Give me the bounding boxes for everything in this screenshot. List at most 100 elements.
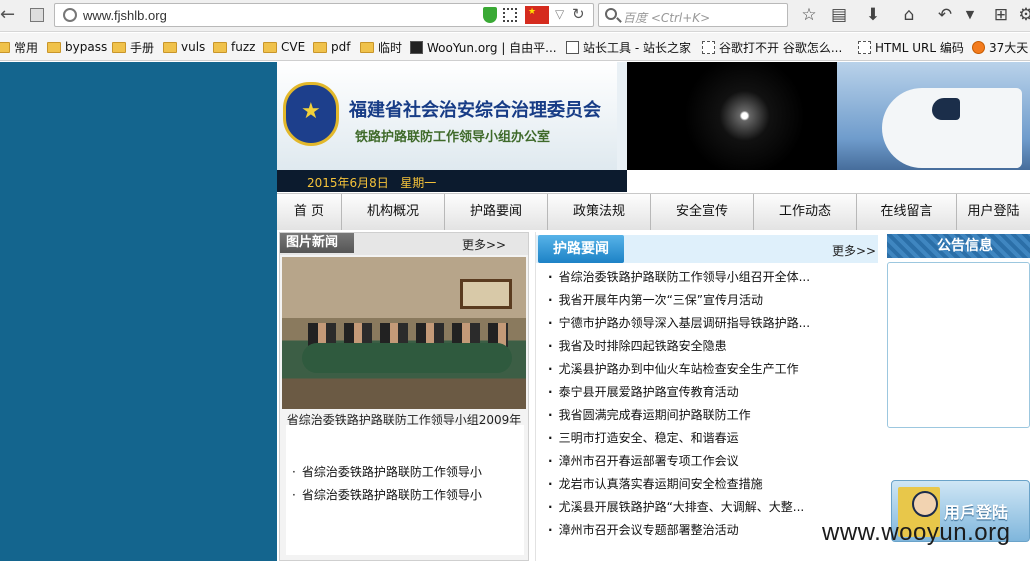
security-shield-icon[interactable] [483, 7, 497, 23]
list-item[interactable]: 尤溪县护路办到中仙火车站检查安全生产工作 [548, 358, 878, 381]
folder-icon [112, 41, 126, 53]
url-text[interactable]: www.fjshlb.org [83, 8, 167, 23]
site-container: 福建省社会治安综合治理委员会 铁路护路联防工作领导小组办公室 2015年6月8日… [277, 62, 1030, 561]
banner-starburst-image [627, 62, 837, 170]
meeting-photo[interactable] [282, 257, 526, 409]
bookmark-item[interactable]: bypass [47, 39, 107, 55]
bookmark-item[interactable]: vuls [163, 39, 205, 55]
list-item[interactable]: 我省及时排除四起铁路安全隐患 [548, 335, 878, 358]
photo-news-panel: 图片新闻 更多>> 省综治委铁路护路联防工作领导小组2009年第一次全体会议在福… [279, 232, 529, 561]
undo-icon[interactable]: ↶ [933, 3, 957, 27]
search-icon [605, 8, 617, 20]
crop-icon[interactable]: ⊞ [989, 3, 1013, 27]
bookmark-item[interactable]: 谷歌打不开 谷歌怎么... [702, 39, 842, 55]
notice-title: 公告信息 [887, 234, 1030, 258]
clipboard-icon[interactable]: ▤ [827, 3, 851, 27]
page-icon [702, 40, 715, 54]
china-flag-icon[interactable] [525, 6, 549, 24]
nav-work-news[interactable]: 工作动态 [754, 194, 857, 230]
wall-painting [460, 279, 512, 309]
folder-icon [263, 41, 277, 53]
search-bar[interactable]: 百度 <Ctrl+K> [598, 3, 788, 27]
main-nav: 首 页 机构概况 护路要闻 政策法规 安全宣传 工作动态 在线留言 用户登陆 [277, 193, 1030, 230]
bookmark-item[interactable]: 37大天 [972, 39, 1028, 55]
bookmark-item[interactable]: 站长工具 - 站长之家 [566, 39, 691, 55]
photo-news-more-link[interactable]: 更多>> [462, 236, 506, 253]
bookmarks-bar: 常用 bypass 手册 vuls fuzz CVE pdf 临时 WooYun… [0, 33, 1030, 61]
key-news-more-link[interactable]: 更多>> [832, 242, 876, 259]
nav-safety[interactable]: 安全宣传 [651, 194, 754, 230]
folder-icon [313, 41, 327, 53]
site-subtitle: 铁路护路联防工作领导小组办公室 [355, 130, 551, 145]
list-item[interactable]: 三明市打造安全、稳定、和谐春运 [548, 427, 878, 450]
list-item[interactable]: 漳州市召开春运部署专项工作会议 [548, 450, 878, 473]
list-item[interactable]: 省综治委铁路护路联防工作领导小 [292, 461, 482, 484]
nav-login[interactable]: 用户登陆 [957, 194, 1030, 230]
chinaz-icon [566, 40, 579, 54]
bookmark-item[interactable]: fuzz [213, 39, 255, 55]
key-news-header: 护路要闻 更多>> [536, 235, 878, 263]
photo-news-title: 图片新闻 [280, 233, 354, 253]
site-banner: 福建省社会治安综合治理委员会 铁路护路联防工作领导小组办公室 [277, 62, 1030, 170]
key-news-panel: 护路要闻 更多>> 省综治委铁路护路联防工作领导小组召开全体... 我省开展年内… [535, 232, 878, 561]
site-title: 福建省社会治安综合治理委员会 [349, 100, 601, 121]
photo-news-list: 省综治委铁路护路联防工作领导小 省综治委铁路护路联防工作领导小 [286, 425, 524, 555]
bookmark-item[interactable]: HTML URL 编码 [858, 39, 964, 55]
nav-home[interactable]: 首 页 [277, 194, 342, 230]
home-icon[interactable]: ⌂ [897, 3, 921, 27]
current-date: 2015年6月8日 星期一 [307, 176, 437, 190]
folder-icon [47, 41, 61, 53]
nav-about[interactable]: 机构概况 [342, 194, 445, 230]
list-item[interactable]: 龙岩市认真落实春运期间安全检查措施 [548, 473, 878, 496]
folder-icon [213, 41, 227, 53]
banner-logo-area: 福建省社会治安综合治理委员会 铁路护路联防工作领导小组办公室 [277, 62, 617, 170]
tab-list-icon[interactable] [30, 8, 44, 22]
folder-icon [163, 41, 177, 53]
date-bar: 2015年6月8日 星期一 [277, 170, 627, 192]
folder-icon [0, 41, 10, 53]
folder-icon [360, 41, 374, 53]
bookmark-star-icon[interactable]: ☆ [797, 3, 821, 27]
banner-train-image [837, 62, 1030, 170]
notice-panel: 公告信息 [887, 234, 1030, 430]
address-bar[interactable]: www.fjshlb.org ▽ ↻ [54, 3, 594, 27]
meeting-table [302, 343, 512, 373]
bookmark-item[interactable]: 手册 [112, 39, 154, 55]
list-item[interactable]: 我省圆满完成春运期间护路联防工作 [548, 404, 878, 427]
reload-icon[interactable]: ↻ [572, 5, 585, 23]
search-placeholder[interactable]: 百度 <Ctrl+K> [623, 9, 710, 26]
globe-icon [63, 8, 77, 22]
download-icon[interactable]: ⬇ [861, 3, 885, 27]
list-item[interactable]: 我省开展年内第一次“三保”宣传月活动 [548, 289, 878, 312]
photo-news-header: 图片新闻 更多>> [280, 233, 528, 255]
nav-key-news[interactable]: 护路要闻 [445, 194, 548, 230]
bookmark-item[interactable]: CVE [263, 39, 305, 55]
bookmark-item[interactable]: WooYun.org | 自由平... [410, 39, 557, 55]
nav-policy[interactable]: 政策法规 [548, 194, 651, 230]
page-icon [858, 40, 871, 54]
nav-message[interactable]: 在线留言 [857, 194, 957, 230]
qr-code-icon[interactable] [503, 8, 517, 22]
tools-icon[interactable]: ⚙ [1014, 3, 1030, 27]
fire-icon [972, 40, 985, 54]
back-arrow-icon[interactable]: ← [0, 3, 22, 27]
list-item[interactable]: 尤溪县开展铁路护路“大排查、大调解、大整... [548, 496, 878, 519]
menu-dropdown-icon[interactable]: ▼ [958, 3, 982, 27]
list-item[interactable]: 省综治委铁路护路联防工作领导小组召开全体... [548, 266, 878, 289]
watermark-text: www.wooyun.org [822, 519, 1011, 546]
bookmark-item[interactable]: 常用 [0, 39, 38, 55]
bookmark-item[interactable]: pdf [313, 39, 350, 55]
url-dropdown-icon[interactable]: ▽ [555, 7, 564, 21]
list-item[interactable]: 宁德市护路办领导深入基层调研指导铁路护路... [548, 312, 878, 335]
list-item[interactable]: 省综治委铁路护路联防工作领导小 [292, 484, 482, 507]
key-news-list: 省综治委铁路护路联防工作领导小组召开全体... 我省开展年内第一次“三保”宣传月… [548, 266, 878, 542]
wooyun-icon [410, 40, 423, 54]
key-news-title: 护路要闻 [538, 235, 624, 263]
police-emblem-icon [283, 82, 339, 146]
list-item[interactable]: 泰宁县开展爱路护路宣传教育活动 [548, 381, 878, 404]
web-page: 福建省社会治安综合治理委员会 铁路护路联防工作领导小组办公室 2015年6月8日… [0, 62, 1030, 561]
bookmark-item[interactable]: 临时 [360, 39, 402, 55]
browser-toolbar: ← www.fjshlb.org ▽ ↻ 百度 <Ctrl+K> ☆ ▤ ⬇ ⌂… [0, 0, 1030, 32]
train-window [932, 98, 960, 120]
notice-body [887, 262, 1030, 428]
